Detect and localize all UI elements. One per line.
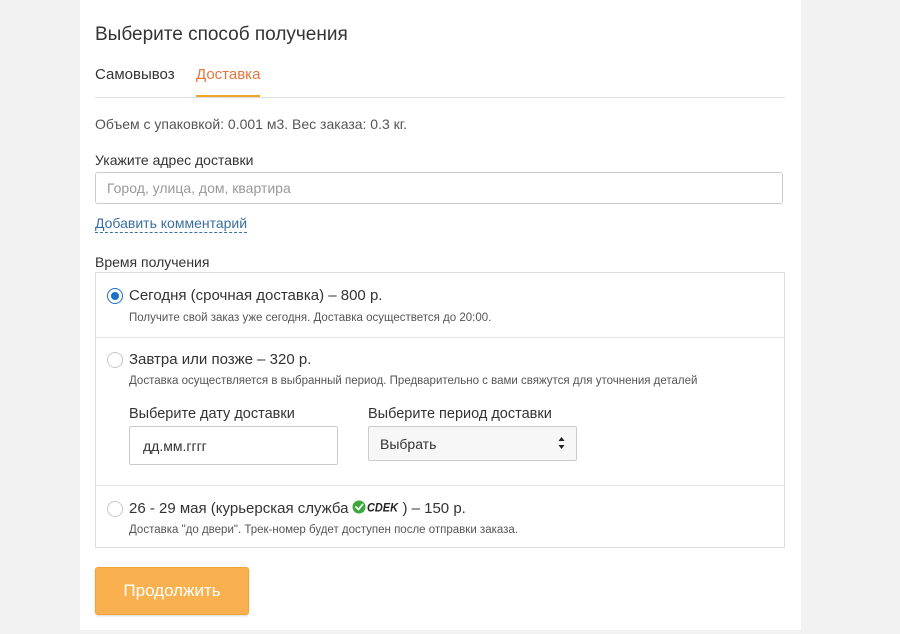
address-label: Укажите адрес доставки — [95, 152, 254, 168]
add-comment-link[interactable]: Добавить комментарий — [95, 215, 248, 233]
radio-tomorrow[interactable] — [107, 352, 123, 368]
delivery-date-label: Выберите дату доставки — [129, 406, 295, 422]
option-today[interactable]: Сегодня (срочная доставка) – 800 р. Полу… — [96, 273, 784, 338]
option-tomorrow[interactable]: Завтра или позже – 320 р. Доставка осуще… — [96, 337, 784, 486]
option-today-title: Сегодня (срочная доставка) – 800 р. — [129, 287, 383, 304]
option-courier-title-prefix: 26 - 29 мая (курьерская служба — [129, 500, 349, 517]
option-today-subtitle: Получите свой заказ уже сегодня. Доставк… — [129, 312, 492, 324]
option-courier-subtitle: Доставка "до двери". Трек-номер будет до… — [129, 524, 519, 536]
option-courier-title-suffix: ) – 150 р. — [402, 500, 466, 517]
delivery-period-value: Выбрать — [380, 436, 437, 452]
radio-today[interactable] — [107, 288, 123, 304]
option-courier-title: 26 - 29 мая (курьерская служба CDEK ) – … — [129, 499, 466, 517]
page-title: Выберите способ получения — [95, 24, 348, 45]
address-input[interactable] — [95, 172, 783, 204]
continue-button[interactable]: Продолжить — [95, 567, 249, 615]
option-tomorrow-subtitle: Доставка осуществляется в выбранный пери… — [129, 375, 698, 387]
delivery-tabs: Самовывоз Доставка — [95, 66, 785, 98]
cdek-logo-icon: CDEK — [352, 500, 400, 515]
tab-pickup[interactable]: Самовывоз — [95, 66, 175, 96]
delivery-time-options: Сегодня (срочная доставка) – 800 р. Полу… — [95, 272, 785, 548]
tab-delivery[interactable]: Доставка — [196, 66, 261, 97]
radio-courier[interactable] — [107, 501, 123, 517]
svg-text:CDEK: CDEK — [367, 501, 399, 515]
select-arrows-icon — [558, 437, 565, 449]
option-tomorrow-title: Завтра или позже – 320 р. — [129, 351, 312, 368]
delivery-period-label: Выберите период доставки — [368, 406, 552, 422]
delivery-time-label: Время получения — [95, 254, 210, 270]
delivery-date-input[interactable] — [129, 426, 338, 465]
order-volume-info: Объем с упаковкой: 0.001 м3. Вес заказа:… — [95, 116, 408, 132]
delivery-card: Выберите способ получения Самовывоз Дост… — [80, 0, 801, 630]
delivery-period-select[interactable]: Выбрать — [368, 426, 577, 461]
option-courier[interactable]: 26 - 29 мая (курьерская служба CDEK ) – … — [96, 485, 784, 547]
